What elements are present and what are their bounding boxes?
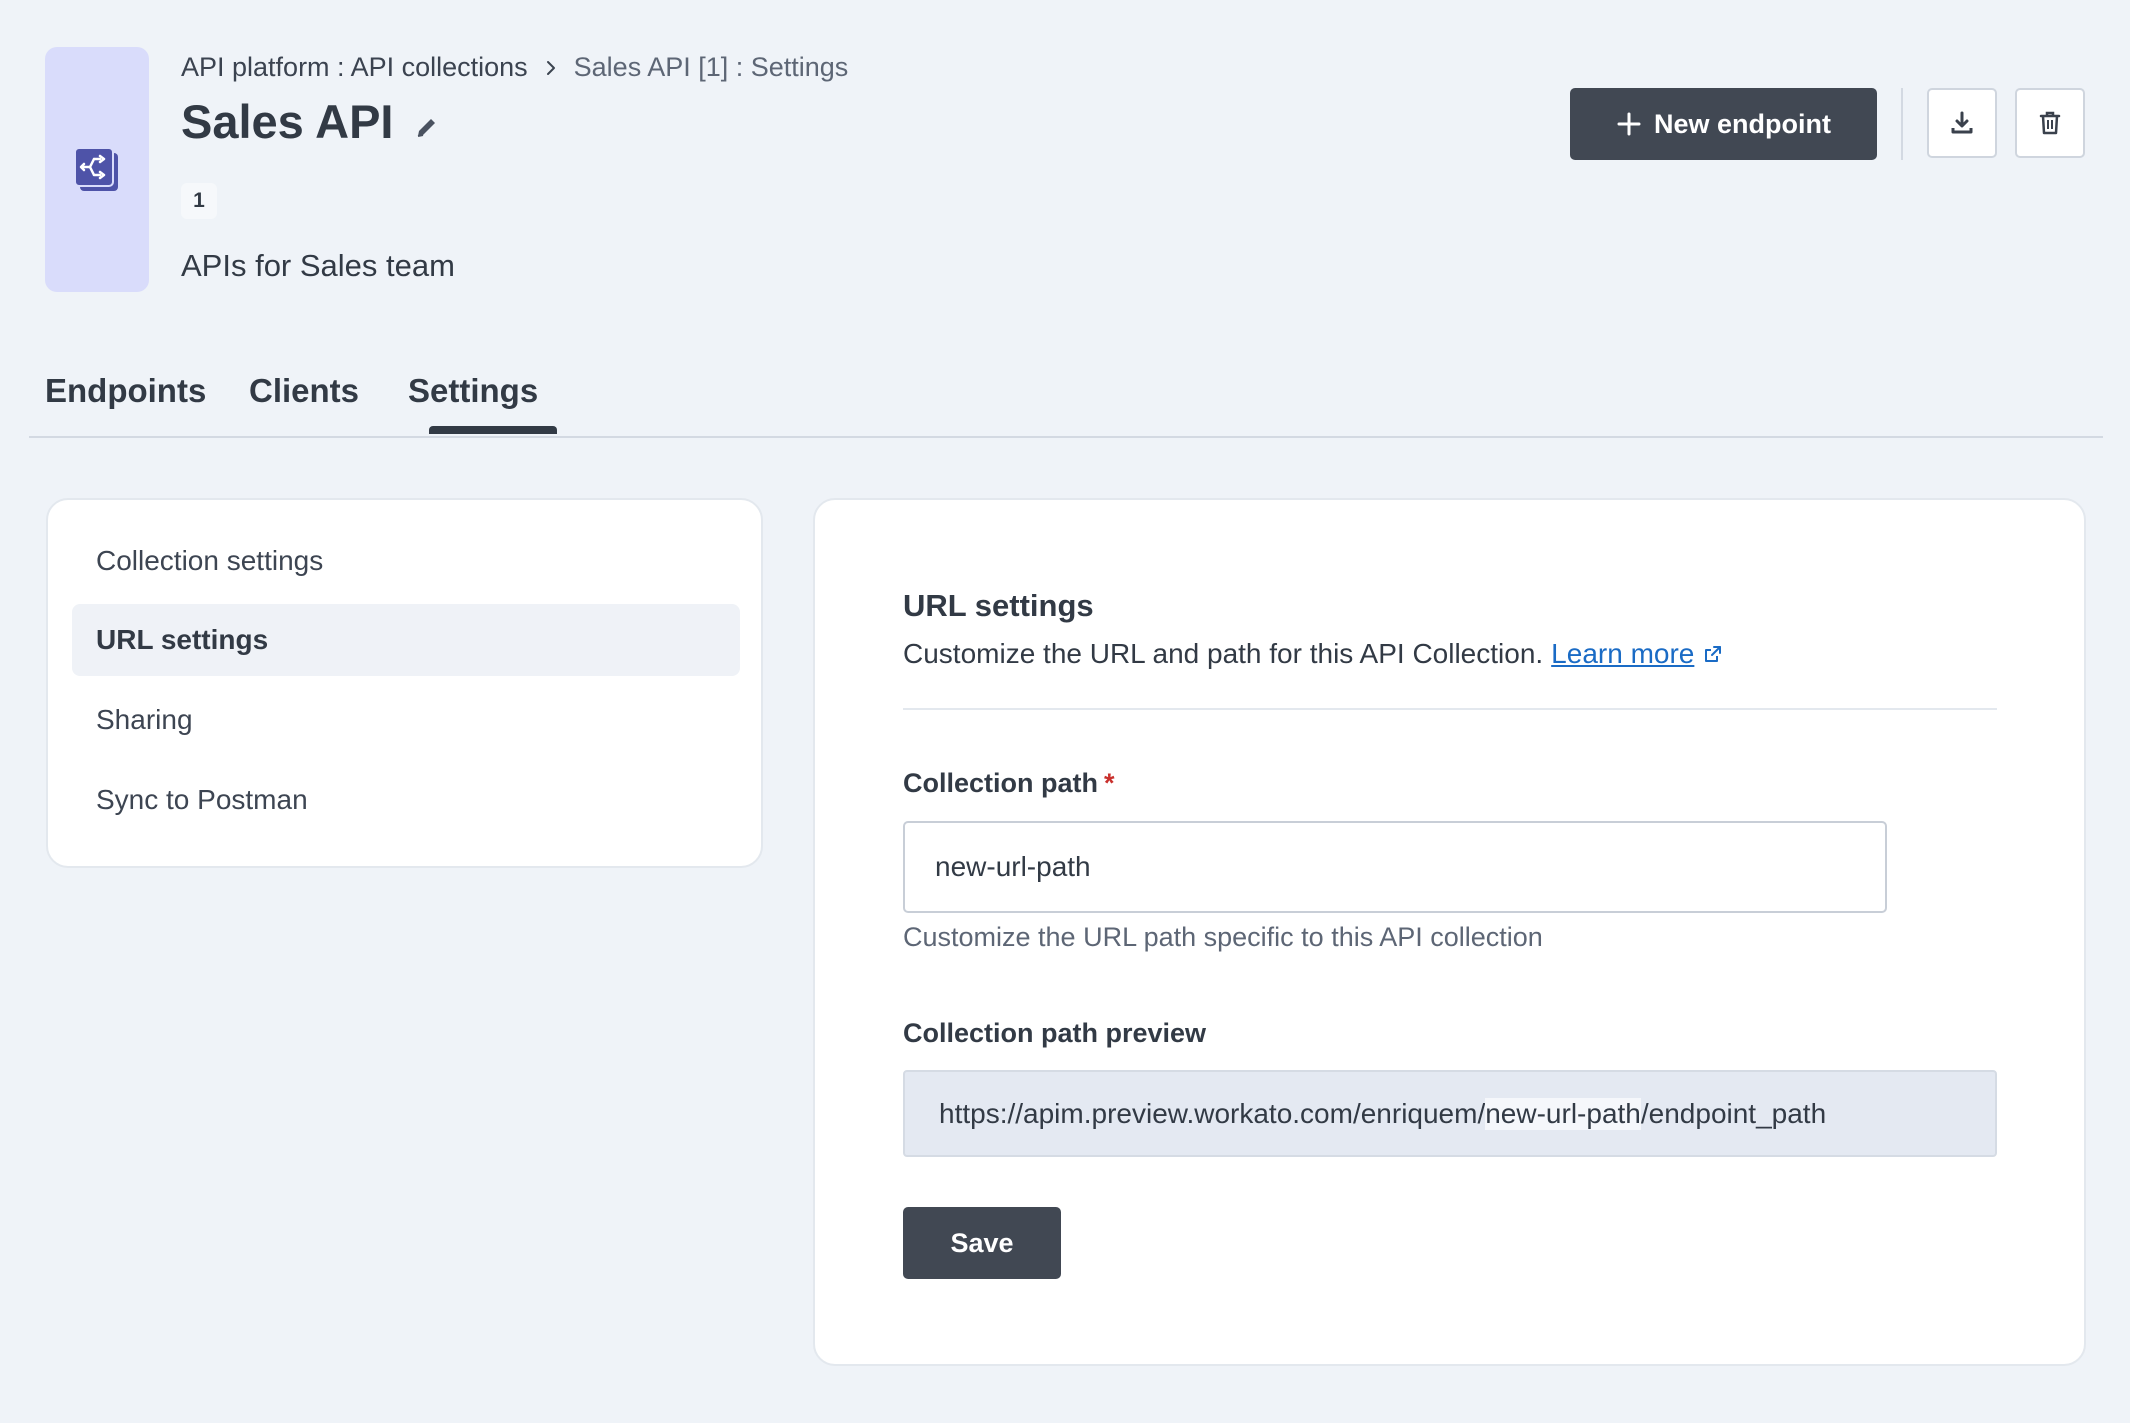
delete-button[interactable] <box>2015 88 2085 158</box>
collection-path-hint: Customize the URL path specific to this … <box>903 922 1543 952</box>
collection-description: APIs for Sales team <box>181 248 455 283</box>
tab-clients[interactable]: Clients <box>249 372 359 410</box>
active-tab-indicator <box>429 426 557 434</box>
collection-path-preview-label: Collection path preview <box>903 1018 1207 1048</box>
breadcrumb-current: Sales API [1] : Settings <box>573 52 849 82</box>
toolbar-divider <box>1901 88 1903 160</box>
page-title: Sales API <box>181 95 394 148</box>
section-divider <box>903 708 1997 710</box>
url-settings-panel: URL settings Customize the URL and path … <box>813 498 2086 1366</box>
collection-path-label: Collection path * <box>903 768 1115 799</box>
learn-more-link[interactable]: Learn more <box>1551 638 1694 670</box>
collection-path-label-text: Collection path <box>903 768 1098 798</box>
trash-icon <box>2039 111 2061 135</box>
settings-sidebar: Collection settings URL settings Sharing… <box>46 498 763 868</box>
collection-path-preview: https://apim.preview.workato.com/enrique… <box>903 1070 1997 1157</box>
tab-endpoints[interactable]: Endpoints <box>45 372 206 410</box>
new-endpoint-button[interactable]: New endpoint <box>1570 88 1877 160</box>
collection-icon-box <box>45 47 149 292</box>
collection-path-input[interactable] <box>903 821 1887 913</box>
new-endpoint-label: New endpoint <box>1654 108 1831 139</box>
version-badge: 1 <box>181 183 217 219</box>
preview-suffix: /endpoint_path <box>1640 1097 1827 1129</box>
section-description-text: Customize the URL and path for this API … <box>903 638 1544 669</box>
sidebar-item-sharing[interactable]: Sharing <box>72 684 740 756</box>
api-collection-icon <box>74 147 118 191</box>
tab-settings[interactable]: Settings <box>408 372 538 410</box>
tab-bar: Endpoints Clients Settings <box>29 372 2103 438</box>
save-button[interactable]: Save <box>903 1207 1061 1279</box>
pencil-icon[interactable] <box>414 114 440 140</box>
preview-prefix: https://apim.preview.workato.com/enrique… <box>939 1097 1486 1129</box>
download-icon <box>1951 111 1973 134</box>
chevron-right-icon <box>546 60 555 75</box>
sidebar-item-url-settings[interactable]: URL settings <box>72 604 740 676</box>
download-button[interactable] <box>1927 88 1997 158</box>
breadcrumb: API platform : API collections Sales API… <box>181 52 848 83</box>
section-title: URL settings <box>903 588 1094 623</box>
preview-path-highlight: new-url-path <box>1485 1097 1641 1130</box>
required-indicator: * <box>1104 768 1115 798</box>
section-description: Customize the URL and path for this API … <box>903 638 1724 670</box>
external-link-icon[interactable] <box>1702 643 1724 665</box>
sidebar-item-sync-to-postman[interactable]: Sync to Postman <box>72 764 740 836</box>
sidebar-item-collection-settings[interactable]: Collection settings <box>72 525 740 597</box>
plus-icon <box>1617 112 1641 136</box>
title-row: Sales API <box>181 94 440 149</box>
breadcrumb-parent-link[interactable]: API platform : API collections <box>181 52 528 83</box>
